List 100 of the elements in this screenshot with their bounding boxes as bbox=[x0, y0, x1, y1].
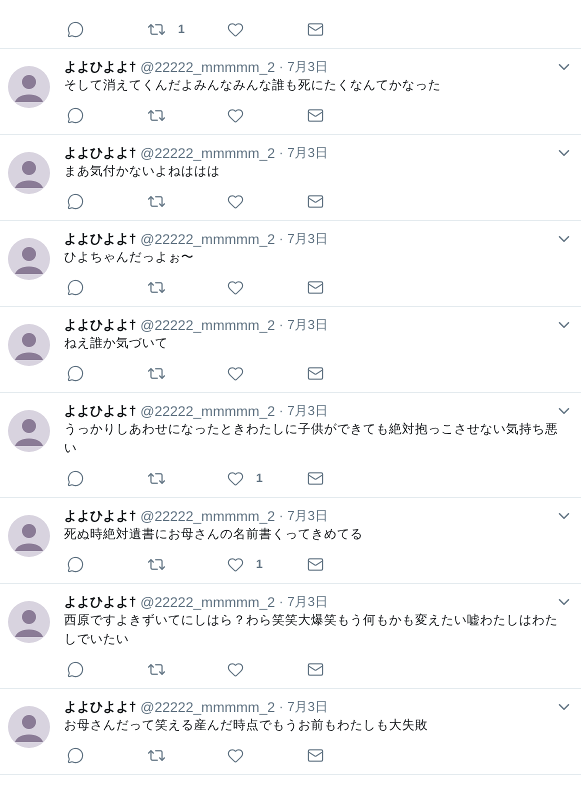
tweet-date[interactable]: 7月3日 bbox=[287, 592, 328, 612]
display-name[interactable]: よよひよよ† bbox=[64, 315, 136, 335]
reply-button[interactable] bbox=[67, 106, 84, 124]
tweet-text: 死ぬ時絶対遺書にお母さんの名前書くってきめてる bbox=[64, 526, 364, 543]
separator-dot: · bbox=[279, 144, 284, 162]
reply-icon bbox=[67, 746, 84, 764]
reply-icon bbox=[67, 470, 84, 486]
like-button[interactable] bbox=[227, 278, 244, 296]
user-handle[interactable]: @22222_mmmmm_2 bbox=[140, 506, 276, 526]
tweet-date[interactable]: 7月3日 bbox=[287, 401, 328, 421]
reply-button[interactable] bbox=[67, 20, 84, 38]
user-handle[interactable]: @22222_mmmmm_2 bbox=[140, 314, 276, 336]
tweet-date[interactable]: 7月3日 bbox=[287, 697, 328, 717]
reply-button[interactable] bbox=[67, 192, 84, 210]
avatar-icon[interactable] bbox=[8, 706, 50, 748]
message-button[interactable] bbox=[307, 556, 324, 572]
user-handle[interactable]: @22222_mmmmm_2 bbox=[140, 696, 276, 718]
user-handle[interactable]: @22222_mmmmm_2 bbox=[140, 56, 276, 78]
message-button[interactable] bbox=[307, 20, 324, 38]
user-handle[interactable]: @22222_mmmmm_2 bbox=[140, 142, 276, 164]
mail-icon bbox=[307, 556, 324, 572]
heart-icon bbox=[227, 192, 244, 210]
like-button[interactable] bbox=[227, 556, 244, 572]
display-name[interactable]: よよひよよ† bbox=[64, 506, 136, 526]
tweet-date[interactable]: 7月3日 bbox=[287, 57, 328, 77]
mail-icon bbox=[307, 470, 324, 486]
like-count: 1 bbox=[256, 556, 263, 573]
reply-button[interactable] bbox=[67, 278, 84, 296]
tweet-text: ねえ誰か気づいて bbox=[64, 335, 169, 352]
heart-icon bbox=[227, 470, 244, 486]
message-button[interactable] bbox=[307, 278, 324, 296]
tweet-date[interactable]: 7月3日 bbox=[287, 229, 328, 249]
reply-icon bbox=[67, 364, 84, 382]
like-button[interactable] bbox=[227, 192, 244, 210]
tweet-text: うっかりしあわせになったときわたしに子供ができても絶対抱っこさせない気持ち悪い bbox=[64, 421, 559, 457]
like-button[interactable] bbox=[227, 106, 244, 124]
retweet-count: 1 bbox=[178, 21, 185, 38]
heart-icon bbox=[227, 364, 244, 382]
reply-icon bbox=[67, 556, 84, 572]
avatar-icon[interactable] bbox=[8, 515, 50, 557]
message-button[interactable] bbox=[307, 746, 324, 764]
separator-dot: · bbox=[279, 316, 284, 334]
avatar-icon[interactable] bbox=[8, 601, 50, 643]
display-name[interactable]: よよひよよ† bbox=[64, 401, 136, 421]
display-name[interactable]: よよひよよ† bbox=[64, 229, 136, 249]
reply-button[interactable] bbox=[67, 660, 84, 678]
user-handle[interactable]: @22222_mmmmm_2 bbox=[140, 400, 276, 422]
message-button[interactable] bbox=[307, 660, 324, 678]
like-button[interactable] bbox=[227, 20, 244, 38]
separator-dot: · bbox=[279, 593, 284, 612]
separator-dot: · bbox=[279, 230, 284, 248]
tweet-date[interactable]: 7月3日 bbox=[287, 315, 328, 335]
display-name[interactable]: よよひよよ† bbox=[64, 57, 136, 77]
heart-icon bbox=[227, 746, 244, 764]
reply-icon bbox=[67, 660, 84, 678]
display-name[interactable]: よよひよよ† bbox=[64, 592, 136, 612]
like-button[interactable] bbox=[227, 660, 244, 678]
avatar-icon[interactable] bbox=[8, 152, 50, 194]
heart-icon bbox=[227, 278, 244, 296]
tweet-text: 西原ですよきずいてにしはら？わら笑笑大爆笑もう何もかも変えたい嘘わたしはわたしでいたい bbox=[64, 612, 559, 648]
avatar-icon[interactable] bbox=[8, 410, 50, 452]
message-button[interactable] bbox=[307, 364, 324, 382]
tweet-text: そして消えてくんだよみんなみんな誰も死にたくなんてかなった bbox=[64, 77, 442, 94]
user-handle[interactable]: @22222_mmmmm_2 bbox=[140, 592, 276, 612]
tweet-text: ひよちゃんだっよぉ〜 bbox=[64, 249, 195, 266]
mail-icon bbox=[307, 278, 324, 296]
reply-button[interactable] bbox=[67, 746, 84, 764]
display-name[interactable]: よよひよよ† bbox=[64, 143, 136, 163]
message-button[interactable] bbox=[307, 470, 324, 486]
mail-icon bbox=[307, 192, 324, 210]
tweet-date[interactable]: 7月3日 bbox=[287, 143, 328, 163]
user-handle[interactable]: @22222_mmmmm_2 bbox=[140, 228, 276, 250]
separator-dot: · bbox=[279, 698, 284, 716]
mail-icon bbox=[307, 106, 324, 124]
avatar-icon[interactable] bbox=[8, 324, 50, 366]
mail-icon bbox=[307, 660, 324, 678]
like-button[interactable] bbox=[227, 364, 244, 382]
tweet-date[interactable]: 7月3日 bbox=[287, 506, 328, 526]
reply-button[interactable] bbox=[67, 364, 84, 382]
mail-icon bbox=[307, 20, 324, 38]
separator-dot: · bbox=[279, 402, 284, 420]
heart-icon bbox=[227, 556, 244, 572]
mail-icon bbox=[307, 746, 324, 764]
reply-icon bbox=[67, 20, 84, 38]
reply-button[interactable] bbox=[67, 470, 84, 486]
reply-icon bbox=[67, 278, 84, 296]
mail-icon bbox=[307, 364, 324, 382]
reply-icon bbox=[67, 192, 84, 210]
message-button[interactable] bbox=[307, 106, 324, 124]
separator-dot: · bbox=[279, 58, 284, 76]
separator-dot: · bbox=[279, 507, 284, 526]
reply-button[interactable] bbox=[67, 556, 84, 572]
like-button[interactable] bbox=[227, 470, 244, 486]
like-button[interactable] bbox=[227, 746, 244, 764]
avatar-icon[interactable] bbox=[8, 66, 50, 108]
avatar-icon[interactable] bbox=[8, 238, 50, 280]
heart-icon bbox=[227, 660, 244, 678]
display-name[interactable]: よよひよよ† bbox=[64, 697, 136, 717]
tweet-text: お母さんだって笑える産んだ時点でもうお前もわたしも大失敗 bbox=[64, 717, 429, 734]
message-button[interactable] bbox=[307, 192, 324, 210]
